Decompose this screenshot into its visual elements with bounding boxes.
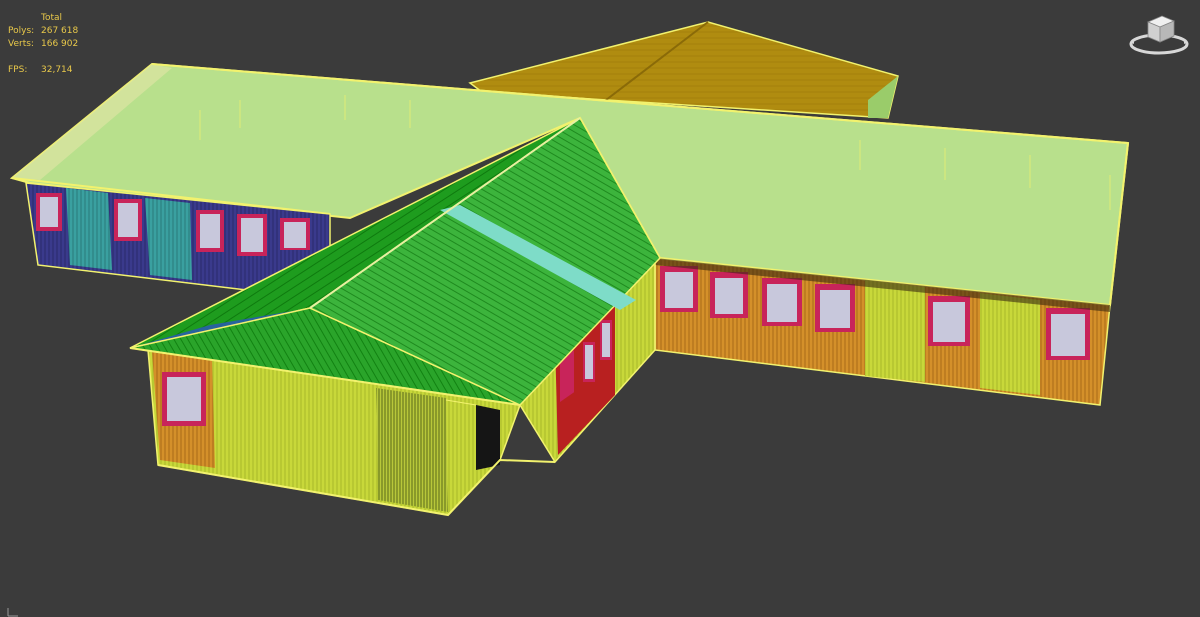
fps-label: FPS: [8, 65, 28, 75]
fps-value: 32,714 [41, 65, 73, 75]
viewport-statistics: Total Polys: 267 618 Verts: 166 902 FPS:… [8, 12, 78, 77]
polys-label: Polys: [8, 26, 35, 36]
stats-header: Total [41, 13, 63, 23]
viewcube-icon[interactable] [1128, 8, 1190, 58]
polys-value: 267 618 [41, 26, 79, 36]
3d-viewport[interactable]: Total Polys: 267 618 Verts: 166 902 FPS:… [0, 0, 1200, 617]
doorway [476, 405, 500, 470]
verts-label: Verts: [8, 39, 34, 49]
building-model [9, 21, 1130, 517]
verts-value: 166 902 [41, 39, 79, 49]
